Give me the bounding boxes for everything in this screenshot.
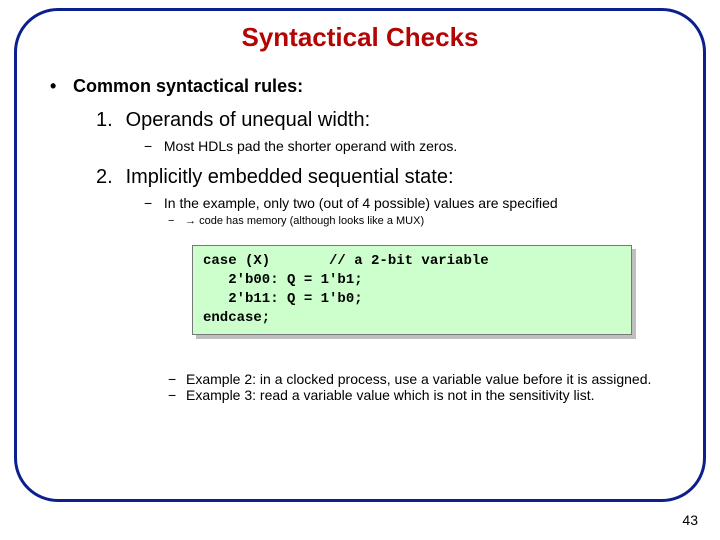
dash-icon: − [168,387,186,403]
example-3-text: Example 3: read a variable value which i… [186,387,595,403]
slide-content: • Common syntactical rules: 1. Operands … [44,76,676,403]
example-2-body: in a clocked process, use a variable val… [256,371,651,387]
dash-icon: − [168,215,182,227]
example-2-text: Example 2: in a clocked process, use a v… [186,371,651,387]
item-2-text: Implicitly embedded sequential state: [126,166,454,188]
bullet-common-rules: • Common syntactical rules: [50,76,676,97]
dash-icon: − [168,371,186,387]
numbered-list: 1. Operands of unequal width: − Most HDL… [96,109,676,403]
code-block: case (X) // a 2-bit variable 2'b00: Q = … [192,245,632,335]
item-1-number: 1. [96,109,120,132]
example-3-label: Example 3: [186,387,256,403]
example-2: − Example 2: in a clocked process, use a… [168,371,720,387]
item-2-sub-1-subsub-1-text: code has memory (although looks like a M… [199,215,424,227]
item-1-sub-1-text: Most HDLs pad the shorter operand with z… [164,138,457,154]
code-block-wrap: case (X) // a 2-bit variable 2'b00: Q = … [192,245,676,335]
arrow-icon: → [185,215,196,227]
examples-block: − Example 2: in a clocked process, use a… [168,371,720,403]
example-2-label: Example 2: [186,371,256,387]
dash-icon: − [144,138,160,154]
item-2-sub-1-subsub-1: − → code has memory (although looks like… [168,215,676,227]
dash-icon: − [144,195,160,211]
slide-title: Syntactical Checks [0,22,720,53]
example-3-body: read a variable value which is not in th… [256,387,595,403]
item-2-number: 2. [96,166,120,189]
item-2-sub-1: − In the example, only two (out of 4 pos… [144,195,676,211]
slide: Syntactical Checks • Common syntactical … [0,0,720,540]
item-2: 2. Implicitly embedded sequential state: [96,166,676,189]
item-1-sub-1: − Most HDLs pad the shorter operand with… [144,138,676,154]
item-1: 1. Operands of unequal width: [96,109,676,132]
item-1-text: Operands of unequal width: [126,109,371,131]
bullet-icon: • [50,76,68,97]
example-3: − Example 3: read a variable value which… [168,387,720,403]
item-2-sub-1-text: In the example, only two (out of 4 possi… [164,195,558,211]
bullet-text: Common syntactical rules: [73,76,303,96]
page-number: 43 [682,512,698,528]
